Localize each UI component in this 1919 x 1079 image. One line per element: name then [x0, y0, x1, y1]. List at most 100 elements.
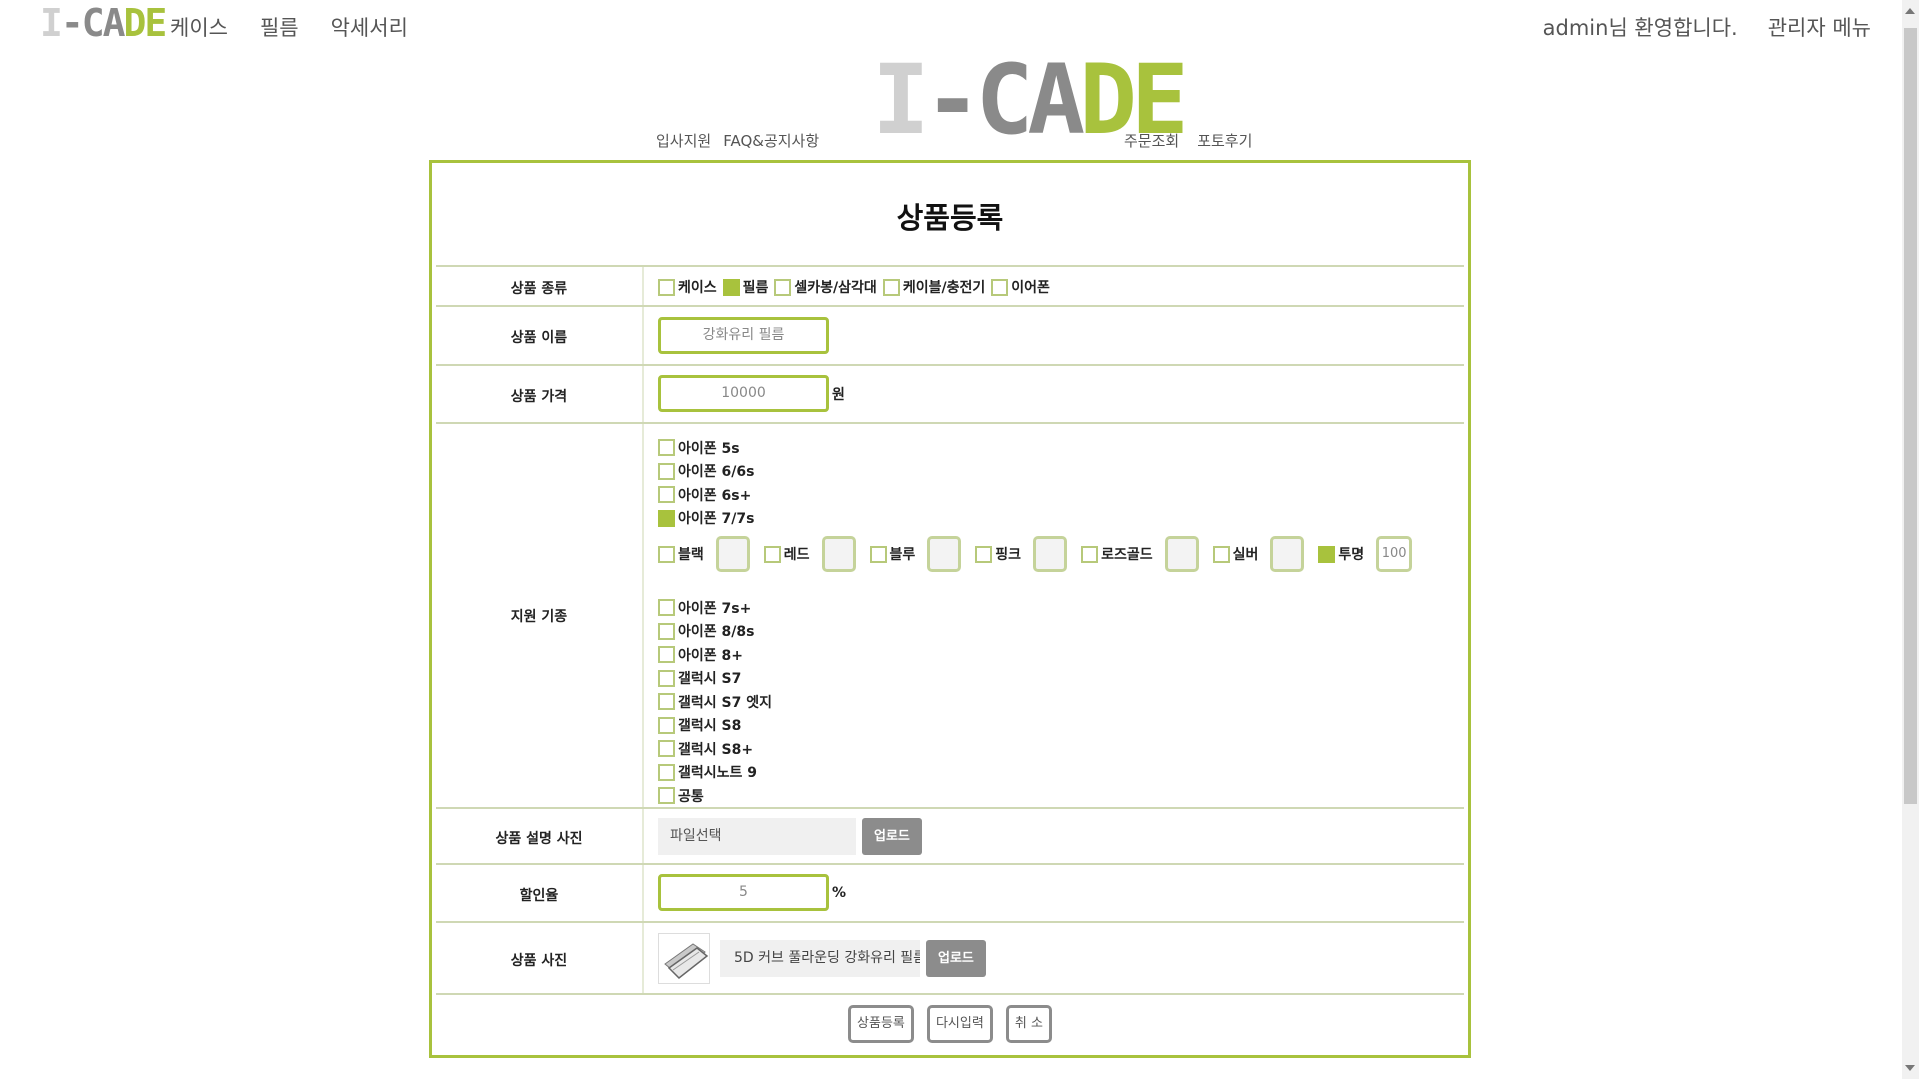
- color-pink-label: 핑크: [995, 547, 1022, 563]
- model-label: 아이폰 6s+: [678, 487, 752, 504]
- color-rosegold-checkbox[interactable]: [1081, 545, 1099, 563]
- color-silver-checkbox[interactable]: [1212, 545, 1230, 563]
- model-checkbox[interactable]: [658, 669, 675, 687]
- top-nav: 케이스 필름 악세서리: [170, 12, 408, 42]
- discount-unit: %: [832, 884, 847, 901]
- color-red-qty[interactable]: [821, 536, 856, 572]
- category-cable-label: 케이블/충전기: [902, 280, 986, 296]
- model-item: 아이폰 7s+: [658, 596, 1426, 620]
- model-item: 갤럭시 S7 엣지: [658, 690, 1426, 714]
- model-checkbox[interactable]: [658, 439, 675, 457]
- category-earphone-checkbox[interactable]: [991, 278, 1009, 296]
- model-checkbox[interactable]: [658, 462, 675, 480]
- models-label: 지원 기종: [510, 609, 568, 625]
- nav-faq[interactable]: FAQ&공지사항: [723, 130, 819, 151]
- scroll-up-icon[interactable]: [1905, 8, 1915, 14]
- discount-input[interactable]: 5: [658, 874, 829, 911]
- model-label: 갤럭시 S8: [678, 718, 742, 735]
- color-red-checkbox[interactable]: [763, 545, 781, 563]
- color-pink-qty[interactable]: [1033, 536, 1068, 572]
- model-checkbox[interactable]: [658, 599, 675, 617]
- color-silver-qty[interactable]: [1270, 536, 1305, 572]
- category-selfie-checkbox[interactable]: [774, 278, 792, 296]
- row-desc-photo: 상품 설명 사진 파일선택 업로드: [436, 807, 1464, 865]
- category-case-label: 케이스: [678, 280, 717, 296]
- model-label: 아이폰 8/8s: [678, 624, 755, 641]
- category-film-checkbox[interactable]: [722, 278, 740, 296]
- model-checkbox[interactable]: [658, 787, 675, 805]
- color-red-label: 레드: [783, 547, 810, 563]
- model-checkbox[interactable]: [658, 646, 675, 664]
- name-label: 상품 이름: [510, 330, 568, 346]
- desc-photo-file-input[interactable]: 파일선택: [658, 818, 856, 855]
- model-item: 갤럭시 S8+: [658, 737, 1426, 761]
- model-item: 아이폰 8/8s: [658, 620, 1426, 644]
- row-actions: 상품등록 다시입력 취 소: [436, 993, 1464, 1053]
- nav-photo-review[interactable]: 포토후기: [1197, 130, 1252, 151]
- nav-recruit[interactable]: 입사지원: [656, 130, 711, 151]
- model-label: 아이폰 5s: [678, 440, 740, 457]
- model-item: 아이폰 8+: [658, 643, 1426, 667]
- category-cable-checkbox[interactable]: [882, 278, 900, 296]
- category-selfie-label: 셀카봉/삼각대: [794, 280, 877, 296]
- category-earphone-label: 이어폰: [1011, 280, 1050, 296]
- color-rosegold-label: 로즈골드: [1101, 547, 1153, 563]
- reset-button[interactable]: 다시입력: [926, 1005, 993, 1043]
- color-black-label: 블랙: [678, 547, 704, 563]
- color-blue-qty[interactable]: [927, 536, 962, 572]
- nav-accessory[interactable]: 악세서리: [331, 12, 408, 42]
- scroll-down-icon[interactable]: [1905, 1065, 1915, 1071]
- sub-nav-right: 주문조회 포토후기: [1124, 130, 1252, 151]
- nav-case[interactable]: 케이스: [170, 12, 228, 42]
- model-item: 아이폰 6/6s: [658, 460, 1426, 484]
- desc-photo-label: 상품 설명 사진: [495, 831, 583, 847]
- cancel-button[interactable]: 취 소: [1005, 1005, 1052, 1043]
- product-photo-file-input[interactable]: 5D 커브 풀라운딩 강화유리 필름: [720, 940, 920, 977]
- model-label: 아이폰 6/6s: [678, 464, 755, 481]
- vertical-scrollbar[interactable]: [1902, 0, 1919, 1079]
- admin-menu-link[interactable]: 관리자 메뉴: [1768, 12, 1871, 42]
- logo-part1: I: [40, 1, 63, 45]
- row-product-photo: 상품 사진 5D 커브 풀라운딩 강화유리 필름 업로드: [436, 921, 1464, 995]
- model-item: 아이폰 5s: [658, 436, 1426, 460]
- color-options: 블랙 레드 블루 핑크 로즈골드 실버 투명 100: [658, 532, 1426, 576]
- welcome-text: admin님 환영합니다.: [1542, 16, 1738, 40]
- model-checkbox[interactable]: [658, 740, 675, 758]
- submit-button[interactable]: 상품등록: [848, 1005, 914, 1043]
- color-black-checkbox[interactable]: [658, 545, 675, 563]
- nav-order-lookup[interactable]: 주문조회: [1124, 130, 1179, 151]
- scroll-thumb[interactable]: [1904, 28, 1917, 804]
- model-list: 아이폰 5s 아이폰 6/6s 아이폰 6s+ 아이폰 7/7s 블랙 레드 블…: [658, 436, 1426, 808]
- model-item: 아이폰 7/7s: [658, 507, 1426, 531]
- color-black-qty[interactable]: [715, 536, 750, 572]
- price-input[interactable]: 10000: [658, 375, 829, 412]
- nav-film[interactable]: 필름: [260, 12, 299, 42]
- model-checkbox[interactable]: [658, 693, 675, 711]
- color-clear-checkbox[interactable]: [1318, 545, 1336, 563]
- color-clear-qty[interactable]: 100: [1376, 536, 1413, 572]
- color-rosegold-qty[interactable]: [1164, 536, 1199, 572]
- product-photo-label: 상품 사진: [510, 953, 568, 969]
- desc-photo-upload-button[interactable]: 업로드: [862, 818, 922, 855]
- site-logo[interactable]: I-CADE: [40, 4, 167, 42]
- model-item: 갤럭시 S8: [658, 714, 1426, 738]
- logo-part2: -CA: [60, 1, 126, 45]
- model-item: 갤럭시노트 9: [658, 761, 1426, 785]
- model-checkbox[interactable]: [658, 486, 675, 504]
- model-label: 갤럭시 S8+: [678, 741, 754, 758]
- model-label: 갤럭시노트 9: [678, 765, 758, 782]
- color-pink-checkbox[interactable]: [975, 545, 993, 563]
- category-film-label: 필름: [742, 280, 769, 296]
- name-input[interactable]: 강화유리 필름: [658, 317, 829, 354]
- model-checkbox[interactable]: [658, 716, 675, 734]
- user-menu: admin님 환영합니다. 관리자 메뉴: [1543, 12, 1871, 42]
- model-checkbox[interactable]: [658, 763, 675, 781]
- category-case-checkbox[interactable]: [658, 278, 675, 296]
- row-price: 상품 가격 10000 원: [436, 364, 1464, 424]
- model-label: 공통: [678, 788, 704, 805]
- color-blue-checkbox[interactable]: [869, 545, 887, 563]
- model-checkbox[interactable]: [658, 622, 675, 640]
- form-title: 상품등록: [896, 201, 1004, 235]
- product-photo-upload-button[interactable]: 업로드: [926, 940, 986, 977]
- model-checkbox[interactable]: [658, 509, 675, 527]
